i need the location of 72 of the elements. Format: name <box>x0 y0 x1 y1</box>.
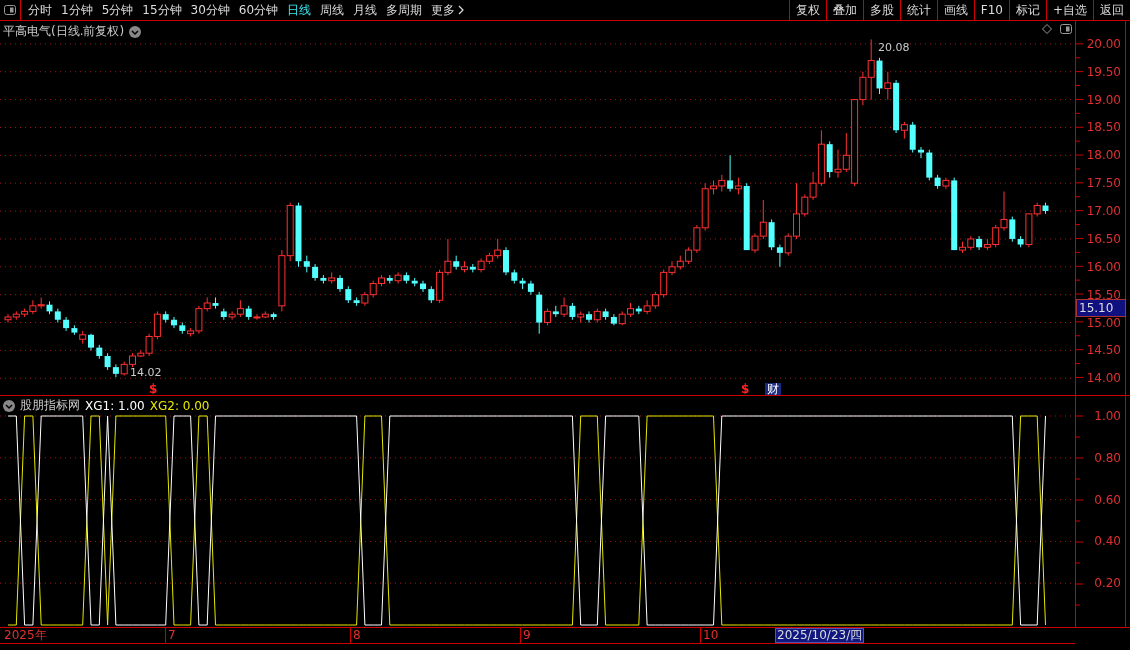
dividend-marker[interactable]: $ <box>741 383 750 395</box>
candlestick <box>586 310 592 324</box>
stock-title: 平高电气(日线.前复权) <box>3 23 125 40</box>
low-price-label: 14.02 <box>130 365 162 379</box>
period-tab[interactable]: 日线 <box>287 1 312 19</box>
toolbar-button[interactable]: 多股 <box>862 0 900 20</box>
price-axis-label: 15.00 <box>1086 315 1121 330</box>
cursor-date-label: 2025/10/23/四 <box>775 628 865 643</box>
price-axis-label: 18.50 <box>1086 120 1121 135</box>
candlestick <box>776 244 783 268</box>
period-tab[interactable]: 30分钟 <box>190 1 230 19</box>
period-tab[interactable]: 分时 <box>28 1 52 19</box>
price-axis-label: 16.50 <box>1086 231 1121 246</box>
period-tab[interactable]: 多周期 <box>386 1 423 19</box>
series-name: XG1 <box>85 398 111 413</box>
toolbar-button[interactable]: 返回 <box>1093 0 1130 20</box>
indicator-axis-label: 0.40 <box>1094 534 1121 549</box>
toolbar-button[interactable]: 复权 <box>788 0 826 20</box>
toolbar-button[interactable]: 画线 <box>936 0 974 20</box>
current-price-label: 15.10 <box>1076 298 1126 317</box>
toolbar-button[interactable]: F10 <box>973 0 1009 20</box>
toolbar-button[interactable]: 标记 <box>1008 0 1046 20</box>
date-axis-label: 8 <box>350 628 361 643</box>
price-axis-label: 17.50 <box>1086 176 1121 191</box>
panel-toggle-icon[interactable] <box>4 5 16 15</box>
finance-marker[interactable]: 财 <box>765 383 781 395</box>
period-tab[interactable]: 5分钟 <box>101 1 134 19</box>
date-axis-label: 2025年 <box>3 628 47 643</box>
indicator-name: 股朋指标网 <box>20 397 80 414</box>
price-axis-label: 17.00 <box>1086 204 1121 219</box>
dropdown-icon[interactable] <box>129 25 142 38</box>
high-price-label: 20.08 <box>878 40 910 54</box>
price-axis-label: 16.00 <box>1086 259 1121 274</box>
period-tab[interactable]: 15分钟 <box>142 1 182 19</box>
date-axis-label: 10 <box>700 628 719 643</box>
period-tab[interactable]: 1分钟 <box>61 1 93 19</box>
indicator-axis-label: 0.60 <box>1094 492 1121 507</box>
candlestick <box>727 154 734 193</box>
indicator-axis-label: 0.80 <box>1094 450 1121 465</box>
candlestick <box>420 280 426 293</box>
date-axis-label: 7 <box>165 628 176 643</box>
price-axis-label: 19.50 <box>1086 64 1121 79</box>
dividend-marker[interactable]: $ <box>149 383 158 395</box>
indicator-axis-label: 0.20 <box>1094 576 1121 591</box>
indicator-axis-label: 1.00 <box>1094 409 1121 423</box>
period-tab[interactable]: 60分钟 <box>238 1 279 19</box>
series-reading: : 0.00 <box>174 398 210 413</box>
price-axis-label: 19.00 <box>1086 92 1121 107</box>
candlestick <box>1009 216 1016 243</box>
candlestick <box>171 316 177 329</box>
date-axis-label: 9 <box>520 628 531 643</box>
dropdown-icon[interactable] <box>3 399 15 412</box>
period-tab[interactable]: 月线 <box>353 1 378 19</box>
toolbar-button[interactable]: +自选 <box>1045 0 1093 20</box>
more-menu[interactable]: 更多 <box>431 1 465 19</box>
price-axis-label: 14.50 <box>1086 343 1121 358</box>
candlestick <box>884 71 892 101</box>
candlestick <box>503 246 509 276</box>
series-name: XG2 <box>149 398 175 413</box>
chevron-right-icon <box>458 5 465 15</box>
price-axis-label: 18.00 <box>1086 148 1121 163</box>
candlestick <box>112 363 119 378</box>
candlestick <box>560 296 568 318</box>
panel-toggle-icon[interactable] <box>1060 24 1072 34</box>
price-axis-label: 14.00 <box>1086 371 1121 386</box>
period-tab[interactable]: 周线 <box>320 1 345 19</box>
candlestick <box>394 271 402 285</box>
toolbar-button[interactable]: 叠加 <box>825 0 863 20</box>
series-reading: : 1.00 <box>110 398 145 413</box>
price-axis-label: 20.00 <box>1086 36 1121 51</box>
candlestick <box>918 146 924 159</box>
toolbar-button[interactable]: 统计 <box>899 0 937 20</box>
